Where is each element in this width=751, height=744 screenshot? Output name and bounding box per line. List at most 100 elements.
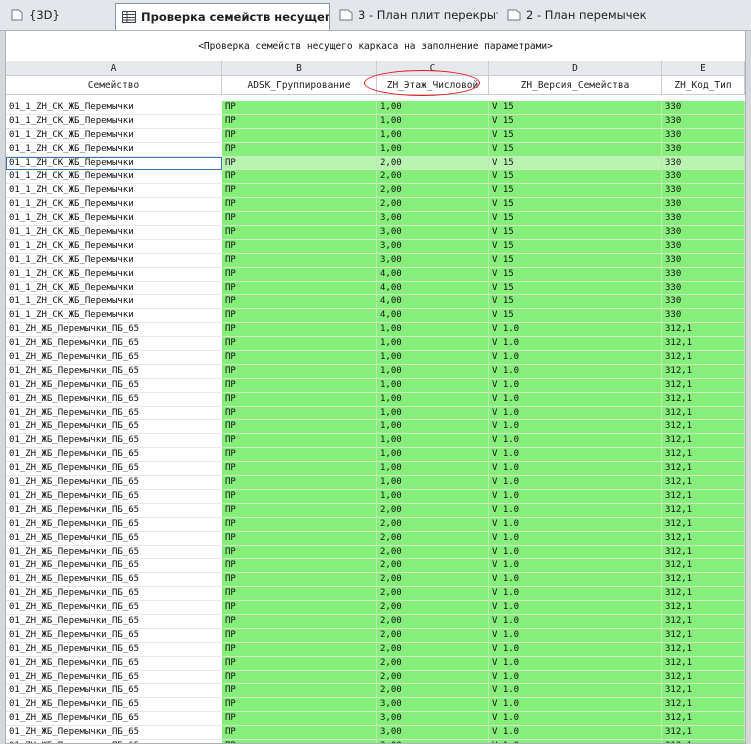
cell-family[interactable]: 01_ZH_ЖБ_Перемычки_ПБ_65	[6, 601, 222, 615]
cell-type-code[interactable]: 312,1	[662, 448, 745, 463]
cell-version[interactable]: V 1.0	[489, 517, 662, 532]
cell-grouping[interactable]: ПР	[222, 698, 377, 713]
cell-family[interactable]: 01_ZH_ЖБ_Перемычки_ПБ_65	[6, 559, 222, 574]
cell-type-code[interactable]: 312,1	[662, 587, 745, 602]
table-row[interactable]: 01_1_ZH_СК_ЖБ_Перемычки ПР 2,00 V 15 330	[6, 156, 745, 171]
cell-type-code[interactable]: 330	[662, 142, 745, 157]
cell-family[interactable]: 01_ZH_ЖБ_Перемычки_ПБ_65	[6, 448, 222, 463]
cell-type-code[interactable]: 312,1	[662, 489, 745, 504]
table-row[interactable]: 01_ZH_ЖБ_Перемычки_ПБ_65 ПР 1,00 V 1.0 312,1	[6, 351, 745, 365]
cell-type-code[interactable]: 312,1	[662, 406, 745, 421]
cell-type-code[interactable]: 312,1	[662, 628, 745, 643]
cell-version[interactable]: V 1.0	[489, 545, 662, 560]
cell-floor[interactable]: 1,00	[377, 323, 489, 338]
cell-type-code[interactable]: 312,1	[662, 462, 745, 477]
cell-type-code[interactable]: 330	[662, 239, 745, 254]
cell-version[interactable]: V 15	[489, 212, 662, 227]
cell-grouping[interactable]: ПР	[222, 420, 377, 435]
cell-family[interactable]: 01_1_ZH_СК_ЖБ_Перемычки	[6, 267, 222, 282]
table-row[interactable]: 01_ZH_ЖБ_Перемычки_ПБ_65 ПР 2,00 V 1.0 312,1	[6, 531, 745, 546]
cell-type-code[interactable]: 312,1	[662, 739, 745, 743]
cell-floor[interactable]: 1,00	[377, 114, 489, 129]
table-row[interactable]: 01_1_ZH_СК_ЖБ_Перемычки ПР 3,00 V 15 330	[6, 212, 745, 227]
cell-grouping[interactable]: ПР	[222, 656, 377, 671]
table-row[interactable]: 01_ZH_ЖБ_Перемычки_ПБ_65 ПР 2,00 V 1.0 312,1	[6, 684, 745, 699]
cell-grouping[interactable]: ПР	[222, 156, 377, 171]
cell-type-code[interactable]: 312,1	[662, 323, 745, 338]
table-row[interactable]: 01_ZH_ЖБ_Перемычки_ПБ_65 ПР 2,00 V 1.0 312,1	[6, 670, 745, 685]
cell-floor[interactable]: 4,00	[377, 309, 489, 324]
cell-grouping[interactable]: ПР	[222, 309, 377, 324]
cell-version[interactable]: V 15	[489, 295, 662, 310]
cell-floor[interactable]: 4,00	[377, 295, 489, 310]
cell-floor[interactable]: 2,00	[377, 531, 489, 546]
table-row[interactable]: 01_ZH_ЖБ_Перемычки_ПБ_65 ПР 1,00 V 1.0 312,1	[6, 378, 745, 393]
cell-grouping[interactable]: ПР	[222, 378, 377, 393]
table-row[interactable]: 01_ZH_ЖБ_Перемычки_ПБ_65 ПР 1,00 V 1.0 312,1	[6, 476, 745, 490]
cell-version[interactable]: V 15	[489, 142, 662, 157]
cell-version[interactable]: V 15	[489, 239, 662, 254]
table-row[interactable]: 01_ZH_ЖБ_Перемычки_ПБ_65 ПР 1,00 V 1.0 312,1	[6, 489, 745, 504]
column-letter[interactable]: A	[6, 61, 222, 75]
cell-version[interactable]: V 1.0	[489, 351, 662, 365]
cell-version[interactable]: V 1.0	[489, 684, 662, 699]
cell-floor[interactable]: 2,00	[377, 614, 489, 629]
cell-floor[interactable]: 2,00	[377, 545, 489, 560]
cell-version[interactable]: V 1.0	[489, 670, 662, 685]
cell-family[interactable]: 01_ZH_ЖБ_Перемычки_ПБ_65	[6, 420, 222, 435]
table-row[interactable]: 01_1_ZH_СК_ЖБ_Перемычки ПР 1,00 V 15 330	[6, 128, 745, 143]
cell-grouping[interactable]: ПР	[222, 462, 377, 477]
cell-family[interactable]: 01_1_ZH_СК_ЖБ_Перемычки	[6, 142, 222, 157]
cell-type-code[interactable]: 312,1	[662, 531, 745, 546]
cell-type-code[interactable]: 330	[662, 295, 745, 310]
cell-floor[interactable]: 1,00	[377, 406, 489, 421]
cell-grouping[interactable]: ПР	[222, 517, 377, 532]
cell-grouping[interactable]: ПР	[222, 295, 377, 310]
cell-type-code[interactable]: 312,1	[662, 601, 745, 615]
cell-version[interactable]: V 1.0	[489, 587, 662, 602]
cell-type-code[interactable]: 312,1	[662, 392, 745, 407]
table-row[interactable]: 01_1_ZH_СК_ЖБ_Перемычки ПР 2,00 V 15 330	[6, 184, 745, 199]
cell-family[interactable]: 01_ZH_ЖБ_Перемычки_ПБ_65	[6, 434, 222, 449]
cell-floor[interactable]: 1,00	[377, 420, 489, 435]
cell-grouping[interactable]: ПР	[222, 281, 377, 296]
cell-grouping[interactable]: ПР	[222, 559, 377, 574]
cell-floor[interactable]: 1,00	[377, 462, 489, 477]
cell-grouping[interactable]: ПР	[222, 712, 377, 727]
cell-floor[interactable]: 3,00	[377, 253, 489, 268]
cell-floor[interactable]: 3,00	[377, 212, 489, 227]
cell-grouping[interactable]: ПР	[222, 184, 377, 199]
cell-version[interactable]: V 15	[489, 101, 662, 115]
cell-type-code[interactable]: 330	[662, 226, 745, 240]
column-letter[interactable]: E	[662, 61, 745, 75]
cell-grouping[interactable]: ПР	[222, 448, 377, 463]
cell-grouping[interactable]: ПР	[222, 628, 377, 643]
cell-floor[interactable]: 3,00	[377, 739, 489, 743]
cell-floor[interactable]: 4,00	[377, 267, 489, 282]
table-row[interactable]: 01_ZH_ЖБ_Перемычки_ПБ_65ПР3,00V 1.0312,1	[6, 712, 745, 727]
cell-floor[interactable]: 2,00	[377, 587, 489, 602]
tab-3d[interactable]: {3D}	[4, 3, 112, 27]
cell-type-code[interactable]: 312,1	[662, 503, 745, 518]
cell-version[interactable]: V 15	[489, 281, 662, 296]
table-row[interactable]: 01_ZH_ЖБ_Перемычки_ПБ_65ПР3,00V 1.0312,1	[6, 739, 745, 743]
cell-version[interactable]: V 1.0	[489, 503, 662, 518]
cell-grouping[interactable]: ПР	[222, 212, 377, 227]
cell-grouping[interactable]: ПР	[222, 684, 377, 699]
table-row[interactable]: 01_1_ZH_СК_ЖБ_Перемычки ПР 1,00 V 15 330	[6, 142, 745, 157]
cell-version[interactable]: V 1.0	[489, 559, 662, 574]
cell-floor[interactable]: 2,00	[377, 670, 489, 685]
cell-type-code[interactable]: 312,1	[662, 726, 745, 740]
cell-type-code[interactable]: 312,1	[662, 614, 745, 629]
cell-grouping[interactable]: ПР	[222, 392, 377, 407]
cell-version[interactable]: V 15	[489, 309, 662, 324]
cell-version[interactable]: V 15	[489, 114, 662, 129]
cell-version[interactable]: V 15	[489, 267, 662, 282]
cell-version[interactable]: V 15	[489, 184, 662, 199]
cell-grouping[interactable]: ПР	[222, 142, 377, 157]
cell-family[interactable]: 01_ZH_ЖБ_Перемычки_ПБ_65	[6, 545, 222, 560]
cell-family[interactable]: 01_1_ZH_СК_ЖБ_Перемычки	[6, 184, 222, 199]
cell-grouping[interactable]: ПР	[222, 601, 377, 615]
cell-grouping[interactable]: ПР	[222, 489, 377, 504]
cell-version[interactable]: V 15	[489, 226, 662, 240]
